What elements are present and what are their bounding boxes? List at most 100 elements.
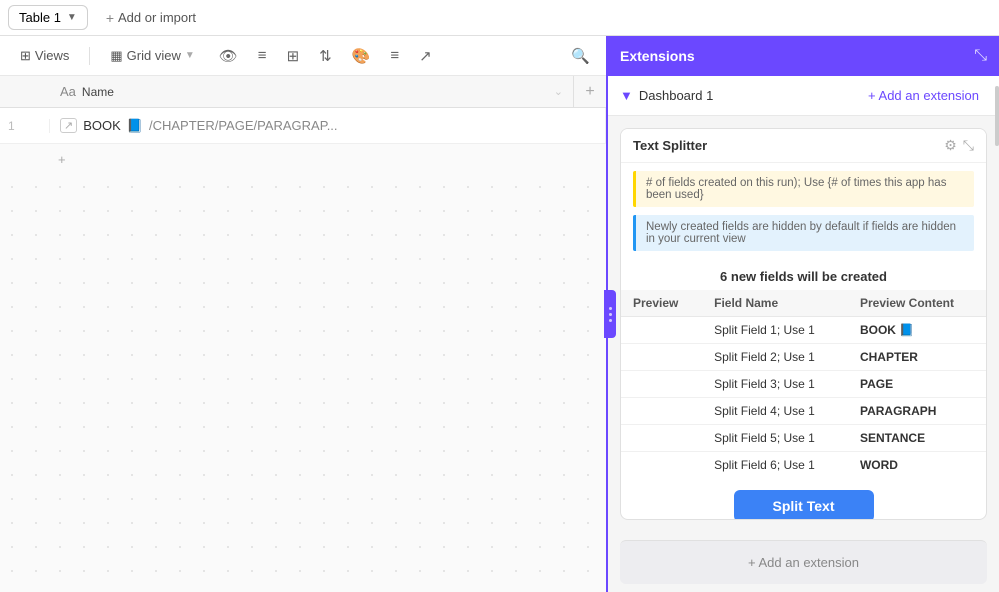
add-extension-bottom-button[interactable]: + Add an extension [620, 540, 987, 584]
filter-icon[interactable]: ≡ [254, 43, 271, 68]
field-name-cell: Split Field 4; Use 1 [702, 398, 848, 425]
splitter-title-area: Text Splitter [633, 138, 707, 153]
created-fields-text: 6 new fields will be created [720, 269, 887, 284]
col-field-name-header: Field Name [702, 290, 848, 317]
preview-col-cell [621, 344, 702, 371]
sort-icon[interactable]: ⇅ [315, 43, 336, 69]
created-fields-header: 6 new fields will be created [621, 259, 986, 290]
text-splitter-card: Text Splitter ⚙ ⤡ # of fields created on… [620, 128, 987, 520]
table-row[interactable]: 1 ↗ BOOK 📘 /CHAPTER/PAGE/PARAGRAP... [0, 108, 606, 144]
add-extension-bottom-label: + Add an extension [748, 555, 859, 570]
collapse-dot-3 [609, 319, 612, 322]
info-banner-2: Newly created fields are hidden by defau… [633, 215, 974, 251]
add-extension-header-button[interactable]: + Add an extension [860, 84, 987, 107]
extensions-title: Extensions [620, 48, 695, 64]
field-name-cell: Split Field 2; Use 1 [702, 344, 848, 371]
table-panel: ⊞ Views ▦ Grid view ▼ 👁 ≡ ⊞ ⇅ 🎨 ≡ ↗ 🔍 [0, 36, 608, 592]
extensions-panel: Extensions ⤡ ▼ Dashboard 1 + Add an exte… [608, 36, 999, 592]
col-preview-content-header: Preview Content [848, 290, 986, 317]
dashboard-label-area[interactable]: ▼ Dashboard 1 [620, 88, 713, 103]
dashboard-chevron-icon: ▼ [620, 88, 633, 103]
color-icon[interactable]: 🎨 [348, 43, 375, 69]
add-import-button[interactable]: + Add or import [96, 6, 206, 30]
splitter-card-icons: ⚙ ⤡ [944, 137, 974, 154]
views-button[interactable]: ⊞ Views [12, 44, 77, 68]
split-text-button[interactable]: Split Text [734, 490, 874, 520]
preview-col-cell [621, 452, 702, 479]
preview-content-cell: WORD [848, 452, 986, 479]
add-extension-header-label: + Add an extension [868, 88, 979, 103]
grid-view-chevron: ▼ [185, 50, 195, 61]
preview-table-row: Split Field 4; Use 1PARAGRAPH [621, 398, 986, 425]
info-banner-text-1: # of fields created on this run); Use {#… [646, 177, 946, 201]
grid-view-icon: ▦ [110, 48, 122, 64]
col-header-actions: ⌄ [554, 85, 563, 98]
col-name-icon: Aa [60, 84, 76, 99]
extensions-header: Extensions ⤡ [608, 36, 999, 76]
field-name-cell: Split Field 6; Use 1 [702, 452, 848, 479]
table-tab-label: Table 1 [19, 10, 61, 25]
grid-view-button[interactable]: ▦ Grid view ▼ [102, 44, 202, 68]
add-row-icon: + [58, 152, 66, 167]
views-label: Views [35, 48, 69, 63]
col-name-label: Name [82, 85, 114, 99]
extensions-header-icons: ⤡ [974, 47, 987, 65]
preview-table: Preview Field Name Preview Content Split… [621, 290, 986, 478]
table-tab[interactable]: Table 1 ▼ [8, 5, 88, 30]
collapse-dot-1 [609, 307, 612, 310]
collapse-dots [609, 307, 612, 322]
info-banner-1: # of fields created on this run); Use {#… [633, 171, 974, 207]
preview-table-header-row: Preview Field Name Preview Content [621, 290, 986, 317]
add-row-button[interactable]: + [0, 144, 606, 175]
export-icon[interactable]: ↗ [415, 43, 436, 69]
add-column-button[interactable]: + [574, 83, 606, 101]
collapse-dot-2 [609, 313, 612, 316]
field-name-cell: Split Field 1; Use 1 [702, 317, 848, 344]
preview-col-cell [621, 398, 702, 425]
toolbar-divider-1 [89, 47, 90, 65]
hide-fields-icon[interactable]: 👁 [215, 43, 242, 69]
preview-table-row: Split Field 3; Use 1PAGE [621, 371, 986, 398]
splitter-expand-icon[interactable]: ⤡ [963, 137, 974, 154]
splitter-settings-icon[interactable]: ⚙ [944, 137, 957, 154]
add-import-label: Add or import [118, 10, 196, 25]
col-header-name[interactable]: Aa Name ⌄ [50, 76, 574, 107]
preview-table-row: Split Field 1; Use 1BOOK 📘 [621, 317, 986, 344]
dashboard-label: Dashboard 1 [639, 88, 713, 103]
grid-view-label: Grid view [127, 48, 181, 63]
field-name-cell: Split Field 5; Use 1 [702, 425, 848, 452]
preview-table-body: Split Field 1; Use 1BOOK 📘Split Field 2;… [621, 317, 986, 479]
preview-content-cell: PAGE [848, 371, 986, 398]
dashboard-subheader: ▼ Dashboard 1 + Add an extension [608, 76, 999, 116]
group-icon[interactable]: ⊞ [283, 43, 304, 69]
scrollbar-handle[interactable] [995, 86, 999, 146]
preview-col-cell [621, 371, 702, 398]
toolbar: ⊞ Views ▦ Grid view ▼ 👁 ≡ ⊞ ⇅ 🎨 ≡ ↗ 🔍 [0, 36, 606, 76]
info-banner-text-2: Newly created fields are hidden by defau… [646, 221, 956, 245]
row-height-icon[interactable]: ≡ [386, 43, 403, 68]
field-name-cell: Split Field 3; Use 1 [702, 371, 848, 398]
table-grid: Aa Name ⌄ + 1 ↗ BOOK 📘 /CHAPTER/PAGE/PAR… [0, 76, 606, 592]
views-icon: ⊞ [20, 48, 31, 64]
col-sort-icon: ⌄ [554, 85, 563, 98]
splitter-card-header: Text Splitter ⚙ ⤡ [621, 129, 986, 163]
search-icon[interactable]: 🔍 [567, 43, 594, 69]
cell-emoji: 📘 [127, 118, 143, 134]
empty-table-area [0, 175, 606, 575]
table-header-row: Aa Name ⌄ + [0, 76, 606, 108]
cell-value-path: /CHAPTER/PAGE/PARAGRAP... [149, 118, 338, 133]
panel-collapse-handle[interactable] [604, 290, 616, 338]
preview-content-cell: BOOK 📘 [848, 317, 986, 344]
preview-table-row: Split Field 5; Use 1SENTANCE [621, 425, 986, 452]
cell-expand-icon[interactable]: ↗ [60, 118, 77, 133]
splitter-title-text: Text Splitter [633, 138, 707, 153]
col-preview-header: Preview [621, 290, 702, 317]
preview-table-row: Split Field 6; Use 1WORD [621, 452, 986, 479]
row-cell-name[interactable]: ↗ BOOK 📘 /CHAPTER/PAGE/PARAGRAP... [50, 108, 606, 143]
split-button-area: Split Text 10 uses left [621, 478, 986, 520]
add-import-plus-icon: + [106, 10, 114, 26]
preview-content-cell: CHAPTER [848, 344, 986, 371]
extensions-expand-button[interactable]: ⤡ [974, 47, 987, 65]
preview-table-row: Split Field 2; Use 1CHAPTER [621, 344, 986, 371]
preview-table-head: Preview Field Name Preview Content [621, 290, 986, 317]
